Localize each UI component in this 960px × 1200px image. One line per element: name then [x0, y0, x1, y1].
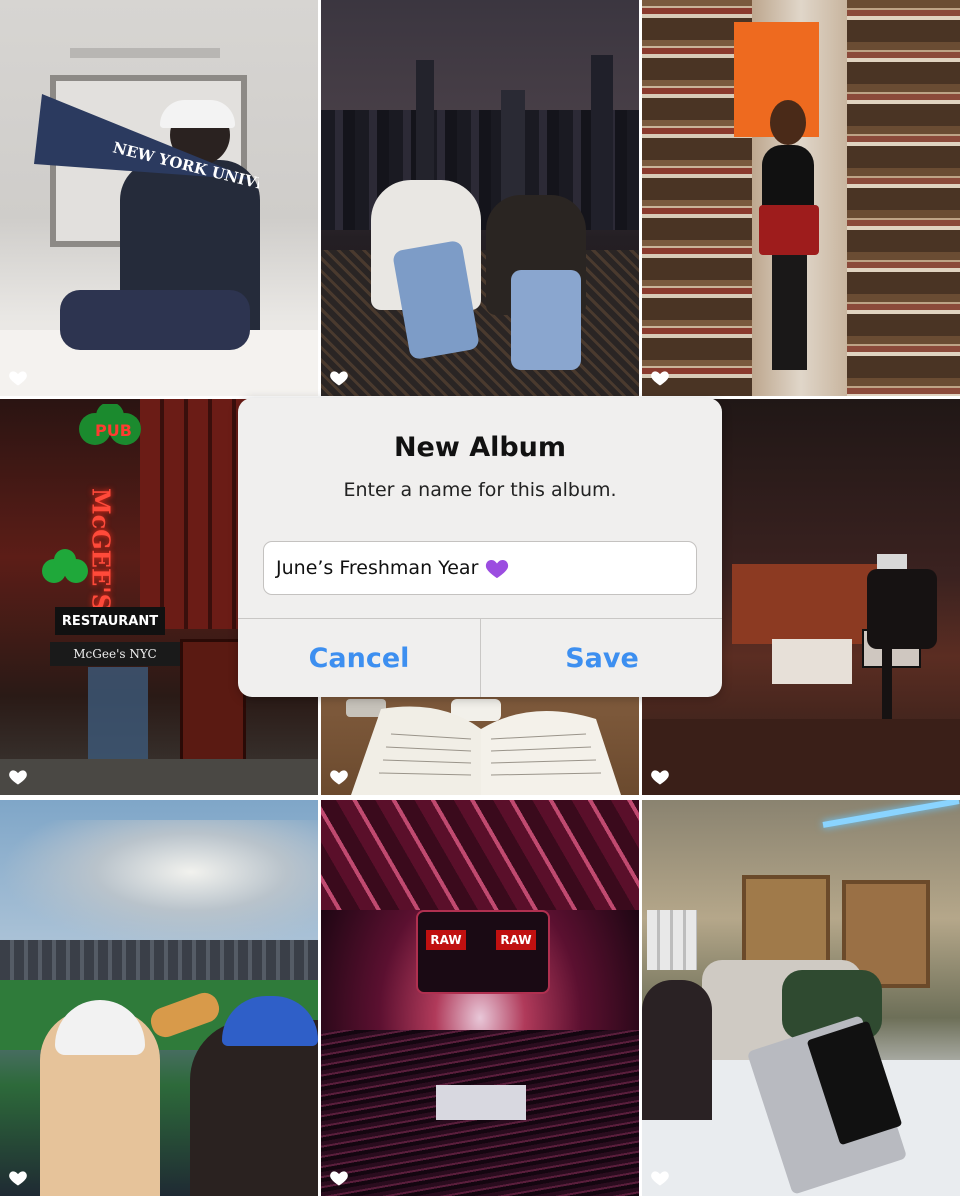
raw-sign: RAW — [426, 930, 466, 950]
awning: McGee's NYC — [50, 642, 180, 666]
heart-icon[interactable] — [329, 767, 349, 787]
studio-floor — [642, 719, 960, 795]
photo-tile[interactable]: RAW RAW — [321, 800, 639, 1196]
album-name-value: June’s Freshman Year — [276, 557, 479, 579]
fan-right — [190, 1020, 318, 1196]
photo-tile[interactable] — [642, 800, 960, 1196]
sidewalk — [0, 759, 318, 795]
desk-shelf — [742, 875, 830, 973]
red-skirt — [759, 205, 819, 255]
heart-icon[interactable] — [8, 767, 28, 787]
raw-sign: RAW — [496, 930, 536, 950]
heart-icon[interactable] — [329, 368, 349, 388]
svg-text:PUB: PUB — [95, 421, 132, 440]
nyu-pennant: NEW YORK UNIVERSITY — [34, 94, 259, 192]
shamrock-icon — [42, 549, 88, 583]
heart-icon[interactable] — [650, 1168, 670, 1188]
heart-icon[interactable] — [329, 1168, 349, 1188]
open-book — [351, 706, 621, 795]
front-door — [180, 639, 246, 775]
doorway — [88, 667, 148, 767]
album-name-input[interactable]: June’s Freshman Year — [263, 541, 697, 595]
cancel-button[interactable]: Cancel — [238, 619, 480, 697]
save-button[interactable]: Save — [481, 619, 722, 697]
new-album-dialog: New Album Enter a name for this album. J… — [238, 398, 722, 697]
person-head — [770, 100, 806, 145]
purple-heart-icon — [485, 557, 509, 579]
dialog-title: New Album — [393, 432, 567, 463]
heart-icon[interactable] — [650, 767, 670, 787]
photo-tile[interactable] — [321, 0, 639, 396]
dialog-message: Enter a name for this album. — [343, 479, 617, 501]
scoreboard — [416, 910, 550, 994]
legs — [60, 290, 250, 350]
person-foreground — [642, 980, 712, 1120]
wrestling-ring — [436, 1085, 526, 1120]
tv-camera — [867, 569, 937, 649]
wall-lamp — [70, 48, 220, 58]
photo-tile[interactable] — [642, 0, 960, 396]
restaurant-sign: RESTAURANT — [55, 607, 165, 635]
led-strip — [822, 800, 960, 828]
photo-tile[interactable]: NEW YORK UNIVERSITY — [0, 0, 318, 396]
arena-ceiling — [321, 800, 639, 910]
pub-shamrock-sign: PUB — [79, 404, 141, 445]
studio-couch — [772, 639, 852, 684]
photo-wall — [647, 910, 697, 970]
clouds — [0, 820, 318, 950]
legs — [772, 255, 807, 370]
heart-icon[interactable] — [8, 1168, 28, 1188]
heart-icon[interactable] — [650, 368, 670, 388]
jeans — [511, 270, 581, 370]
photo-tile[interactable] — [0, 800, 318, 1196]
heart-icon[interactable] — [8, 368, 28, 388]
bookshelf-right — [847, 0, 960, 396]
building — [591, 55, 613, 230]
